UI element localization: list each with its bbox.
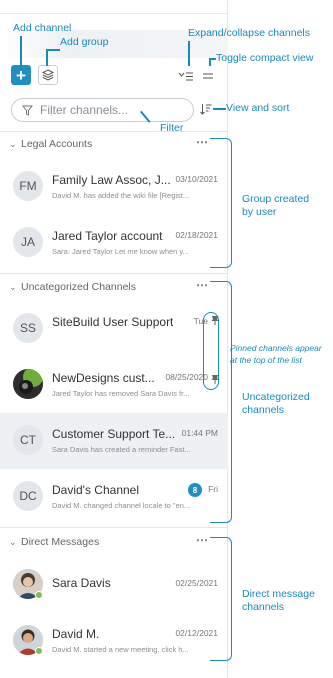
avatar: FM (13, 171, 43, 201)
channel-preview: David M. changed channel locale to "en..… (52, 501, 191, 510)
dm-row[interactable]: David M. 02/12/2021 David M. started a n… (0, 613, 228, 669)
channel-image (13, 369, 43, 399)
filter-box[interactable] (11, 98, 194, 122)
dm-date: 02/25/2021 (175, 578, 218, 588)
add-channel-button[interactable]: + (11, 65, 31, 85)
section-title: Direct Messages (21, 536, 100, 548)
channel-row[interactable]: NewDesigns cust... 08/25/2020 Jared Tayl… (0, 357, 228, 413)
online-status-icon (35, 591, 43, 599)
channel-preview: David M. has added the wiki file [Regist… (52, 191, 190, 200)
dm-date: 02/12/2021 (175, 628, 218, 638)
channel-row[interactable]: FM Family Law Assoc, J... 03/10/2021 Dav… (0, 159, 228, 215)
channel-preview: Jared Taylor has removed Sara Davis fr..… (52, 389, 190, 398)
annotation-uncategorized: channels (242, 404, 285, 416)
compact-view-button[interactable] (198, 66, 218, 86)
view-sort-button[interactable] (199, 102, 213, 116)
channel-preview: Sara: Jared Taylor Let me know when y... (52, 247, 189, 256)
annotation-group-created: by user (242, 206, 277, 218)
section-header-direct-messages[interactable]: ⌄ Direct Messages ⋯ (0, 532, 228, 552)
channel-title: Jared Taylor account (52, 229, 163, 243)
online-status-icon (35, 647, 43, 655)
channel-date: Fri (208, 484, 218, 494)
section-header-legal-accounts[interactable]: ⌄ Legal Accounts ⋯ (0, 134, 228, 154)
unread-badge: 8 (188, 483, 202, 497)
annotation-direct: channels (242, 601, 285, 613)
channel-panel: + Filter channels... ⌄ Legal Accounts ⋯ … (0, 0, 228, 678)
annotation-view-sort: View and sort (226, 102, 290, 114)
channel-title: David's Channel (52, 483, 140, 497)
annotation-pinned: at the top of the list (230, 355, 302, 365)
dm-title: Sara Davis (52, 576, 111, 590)
expand-collapse-button[interactable] (176, 66, 196, 86)
channel-title: Customer Support Te... (52, 427, 174, 441)
sort-icon (200, 104, 212, 115)
more-icon[interactable]: ⋯ (196, 135, 209, 149)
dm-title: David M. (52, 627, 100, 641)
channel-date: 08/25/2020 (165, 372, 208, 382)
pin-icon (211, 375, 219, 384)
channel-row[interactable]: DC David's Channel 8 Fri David M. change… (0, 469, 228, 525)
plus-icon: + (16, 65, 26, 85)
annotation-uncategorized: Uncategorized (242, 391, 310, 403)
channel-date: 01:44 PM (181, 428, 218, 438)
channel-row[interactable]: SS SiteBuild User Support Tue (0, 301, 228, 357)
more-icon[interactable]: ⋯ (196, 278, 209, 292)
more-icon[interactable]: ⋯ (196, 533, 209, 547)
layers-icon (42, 69, 54, 81)
add-group-button[interactable] (38, 65, 58, 85)
filter-icon (22, 105, 33, 116)
section-divider (0, 273, 228, 274)
section-title: Legal Accounts (21, 138, 93, 150)
menu-icon (203, 73, 213, 79)
avatar: SS (13, 313, 43, 343)
avatar (13, 369, 43, 399)
filter-input[interactable] (40, 103, 180, 117)
annotation-group-created: Group created (242, 193, 310, 205)
channel-date: 02/18/2021 (175, 230, 218, 240)
channel-date: Tue (193, 316, 208, 326)
channel-title: Family Law Assoc, J... (52, 173, 171, 187)
chevron-down-icon: ⌄ (9, 281, 17, 292)
avatar: DC (13, 481, 43, 511)
chevron-down-icon: ⌄ (9, 138, 17, 149)
annotation-direct: Direct message (242, 588, 315, 600)
channel-preview: Sara Davis has created a reminder Fast..… (52, 445, 191, 454)
section-divider (0, 131, 228, 132)
avatar: CT (13, 425, 43, 455)
channel-title: SiteBuild User Support (52, 315, 174, 329)
channel-row-selected[interactable]: CT Customer Support Te... 01:44 PM Sara … (0, 413, 228, 469)
top-divider (0, 13, 228, 14)
dm-preview: David M. started a new meeting, click h.… (52, 645, 189, 654)
section-title: Uncategorized Channels (21, 281, 136, 293)
channel-row[interactable]: JA Jared Taylor account 02/18/2021 Sara:… (0, 215, 228, 271)
chevron-down-icon: ⌄ (9, 536, 17, 547)
expand-collapse-icon (178, 72, 193, 81)
avatar: JA (13, 227, 43, 257)
section-header-uncategorized[interactable]: ⌄ Uncategorized Channels ⋯ (0, 277, 228, 297)
annotation-toggle-compact: Toggle compact view (216, 52, 314, 64)
header-band (0, 30, 228, 58)
dm-row[interactable]: Sara Davis 02/25/2021 (0, 557, 228, 613)
section-divider (0, 527, 228, 528)
annotation-pinned: Pinned channels appear (230, 343, 322, 353)
pin-icon (211, 316, 219, 325)
channel-title: NewDesigns cust... (52, 371, 155, 385)
channel-date: 03/10/2021 (175, 174, 218, 184)
